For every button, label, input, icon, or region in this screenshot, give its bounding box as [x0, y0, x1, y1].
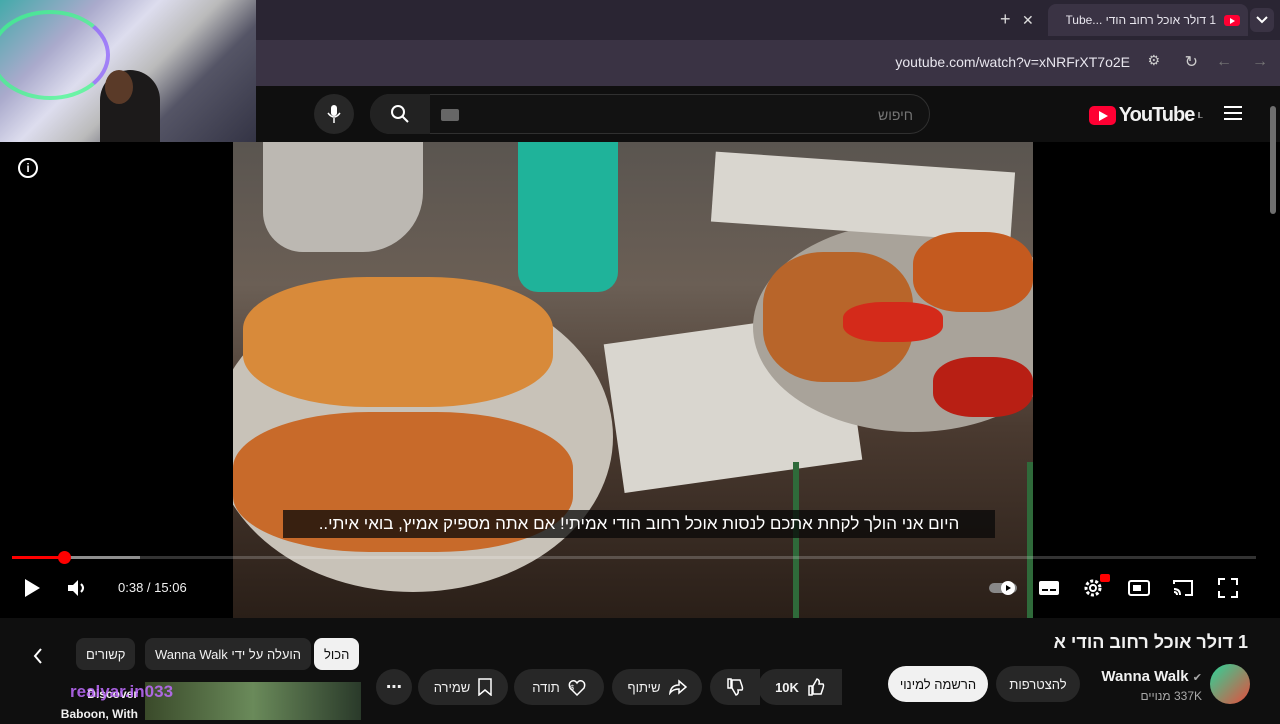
youtube-header: YouTube IL	[256, 86, 1280, 142]
samosa-pile	[243, 277, 553, 407]
chevron-down-icon	[1256, 16, 1268, 24]
youtube-play-icon	[1088, 106, 1116, 125]
fullscreen-button[interactable]	[1216, 572, 1240, 604]
thanks-label: תודה	[532, 679, 560, 695]
newspaper-top	[710, 151, 1016, 243]
cast-icon	[1173, 580, 1193, 596]
more-actions-button[interactable]: ⋯	[376, 669, 412, 705]
search-icon	[391, 105, 409, 123]
red-chilies	[933, 357, 1033, 417]
play-button[interactable]	[18, 572, 46, 604]
settings-button[interactable]	[1080, 572, 1110, 604]
subtitles-icon	[1039, 581, 1059, 595]
region-code: IL	[1197, 111, 1203, 120]
webcam-overlay	[0, 0, 256, 145]
tab-title: 1 דולר אוכל רחוב הודי ...YouTube	[1066, 13, 1216, 27]
chip-all-label: הכול	[324, 646, 350, 662]
search-box	[370, 94, 930, 134]
play-icon	[25, 579, 40, 597]
thumbs-down-icon	[727, 678, 744, 696]
progress-played	[12, 556, 65, 559]
thanks-icon: $	[568, 680, 586, 696]
channel-name-text: Wanna Walk	[1101, 668, 1189, 685]
theater-mode-icon	[1128, 580, 1150, 596]
progress-scrubber[interactable]	[58, 551, 72, 564]
volume-icon	[68, 580, 84, 596]
thanks-button[interactable]: $ תודה	[514, 669, 604, 705]
red-peppers	[843, 302, 943, 342]
chip-uploaded-by-label: הועלה על ידי Wanna Walk	[155, 646, 302, 662]
logo-text: YouTube	[1118, 104, 1196, 126]
keyboard-icon[interactable]	[441, 109, 459, 121]
more-icon: ⋯	[386, 679, 402, 696]
search-button[interactable]	[370, 94, 430, 134]
suggested-video-thumbnail[interactable]	[145, 682, 361, 720]
volume-button[interactable]	[66, 572, 90, 604]
chip-related[interactable]: קשורים	[76, 638, 136, 670]
hd-badge-icon	[1100, 574, 1110, 582]
youtube-logo[interactable]: YouTube IL	[1088, 104, 1203, 127]
share-button[interactable]: שיתוף	[612, 669, 702, 705]
svg-text:$: $	[570, 685, 574, 692]
page-scrollbar[interactable]	[1270, 106, 1276, 214]
address-bar: → ← ↻ ⚙ youtube.com/watch?v=xNRFrXT7o2E	[256, 40, 1280, 86]
reload-icon[interactable]: ↻	[1185, 52, 1198, 72]
tab-list-dropdown[interactable]	[1250, 8, 1274, 32]
browser-tab-bar: ✕ 1 דולר אוכל רחוב הודי ...YouTube +	[256, 0, 1280, 40]
chili-fritters	[913, 232, 1033, 312]
autoplay-toggle-icon	[989, 581, 1017, 595]
share-label: שיתוף	[627, 679, 661, 695]
hamburger-menu-icon[interactable]	[1224, 106, 1242, 120]
channel-name[interactable]: Wanna Walk ✔	[1101, 668, 1202, 685]
vendor-shape	[518, 142, 618, 292]
verified-icon: ✔	[1192, 672, 1202, 684]
autoplay-toggle[interactable]	[988, 572, 1018, 604]
url-field[interactable]: youtube.com/watch?v=xNRFrXT7o2E	[895, 54, 1130, 70]
browser-tab[interactable]: ✕ 1 דולר אוכל רחוב הודי ...YouTube	[1022, 4, 1248, 36]
info-icon[interactable]: i	[18, 158, 38, 178]
suggested-title-line2: Baboon, With	[60, 707, 138, 721]
video-player[interactable]: i היום אני הולך לקחת אתכם לנסות אוכל רחו…	[0, 142, 1280, 618]
dislike-button[interactable]	[710, 669, 760, 705]
chip-all[interactable]: הכול	[314, 638, 360, 670]
close-tab-icon[interactable]: ✕	[1022, 12, 1034, 29]
site-settings-icon[interactable]: ⚙	[1147, 52, 1160, 69]
video-subtitle: היום אני הולך לקחת אתכם לנסות אוכל רחוב …	[283, 510, 995, 538]
new-tab-button[interactable]: +	[1000, 9, 1011, 30]
microphone-icon	[327, 105, 341, 123]
subscribe-label: הרשמה למינוי	[899, 676, 977, 692]
watermark-overlay: realyar.in033	[70, 682, 174, 701]
join-button[interactable]: להצטרפות	[996, 666, 1080, 702]
theater-mode-button[interactable]	[1126, 572, 1152, 604]
save-label: שמירה	[433, 679, 471, 695]
subtitles-button[interactable]	[1036, 572, 1062, 604]
chip-uploaded-by[interactable]: הועלה על ידי Wanna Walk	[145, 638, 312, 670]
forward-icon[interactable]: →	[1252, 53, 1268, 71]
voice-search-button[interactable]	[314, 94, 354, 134]
progress-bar[interactable]	[12, 551, 1256, 564]
subscriber-count: 337K מנויים	[1140, 689, 1202, 703]
scooter-shape	[263, 142, 423, 252]
chips-prev-button[interactable]	[26, 642, 50, 670]
video-title: 1 דולר אוכל רחוב הודי א	[1053, 632, 1248, 652]
share-icon	[668, 679, 687, 695]
time-display: 0:38 / 15:06	[104, 572, 201, 604]
cast-button[interactable]	[1170, 572, 1196, 604]
like-count: 10K	[775, 679, 799, 695]
youtube-favicon-icon	[1224, 14, 1240, 26]
channel-avatar[interactable]	[1210, 664, 1250, 704]
chevron-left-icon	[33, 648, 42, 664]
search-input[interactable]	[513, 107, 913, 123]
subscribe-button[interactable]: הרשמה למינוי	[888, 666, 988, 702]
like-button[interactable]: 10K	[758, 669, 842, 705]
thumbs-up-icon	[808, 678, 825, 696]
fullscreen-icon	[1218, 578, 1238, 598]
save-button[interactable]: שמירה	[418, 669, 508, 705]
back-icon[interactable]: ←	[1216, 53, 1232, 71]
chip-related-label: קשורים	[86, 646, 126, 662]
video-frame[interactable]	[233, 142, 1033, 618]
join-label: להצטרפות	[1009, 676, 1067, 692]
bookmark-icon	[478, 678, 493, 696]
